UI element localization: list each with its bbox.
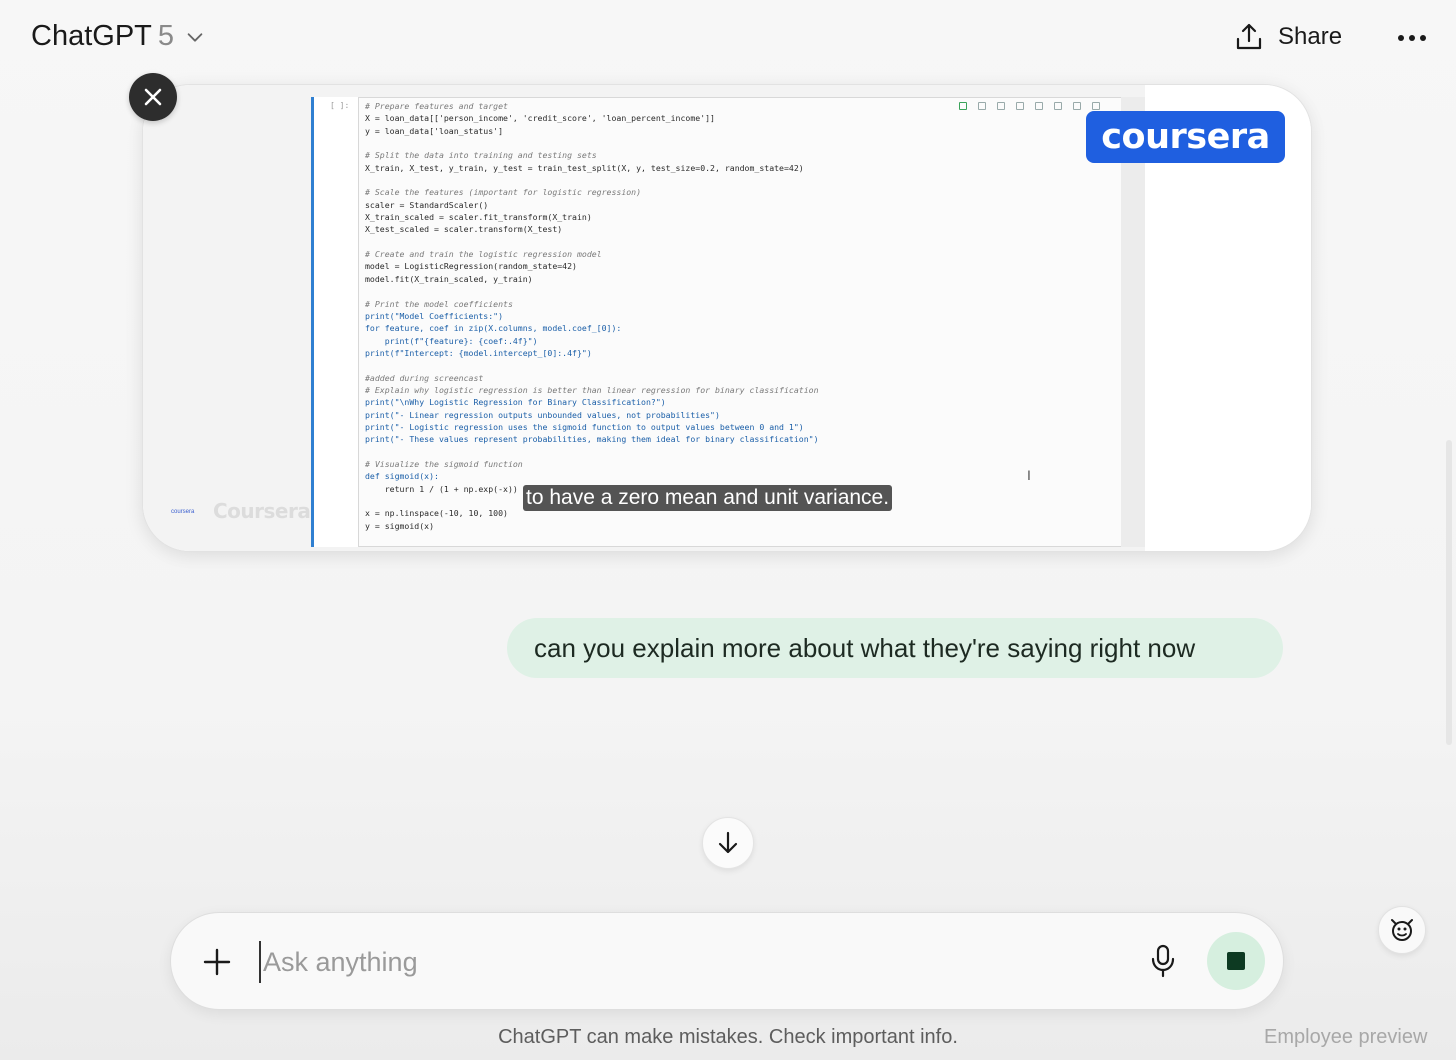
model-version: 5: [157, 20, 175, 52]
code-line: print(f"Intercept: {model.intercept_[0]:…: [365, 347, 592, 358]
code-line: print("- These values represent probabil…: [365, 434, 819, 445]
user-message-text: can you explain more about what they're …: [534, 632, 1196, 663]
share-upload-icon: [1236, 23, 1262, 50]
coursera-logo-text: coursera: [1101, 117, 1270, 157]
code-line: # Print the model coefficients: [365, 298, 513, 309]
top-bar: ChatGPT 5 Share: [0, 0, 1456, 78]
ellipsis-icon: [1398, 35, 1426, 41]
code-line: #added during screencast: [365, 372, 484, 383]
plus-icon: [203, 948, 231, 976]
composer: [170, 912, 1284, 1010]
chevron-down-icon: [187, 32, 203, 42]
code-line: for feature, coef in zip(X.columns, mode…: [365, 323, 622, 334]
dictate-button[interactable]: [1147, 943, 1179, 979]
notebook-view: [ ]: # Prepare features and target X = lo…: [311, 97, 1149, 547]
code-line: scaler = StandardScaler(): [365, 199, 489, 210]
code-line: # Prepare features and target: [365, 101, 508, 111]
code-line: print("- Linear regression outputs unbou…: [365, 409, 720, 420]
code-block: # Prepare features and target X = loan_da…: [365, 100, 819, 532]
microphone-icon: [1151, 944, 1175, 978]
model-switcher[interactable]: ChatGPT 5: [31, 20, 206, 53]
prompt-input[interactable]: [259, 941, 1119, 983]
code-line: # Create and train the logistic regressi…: [365, 249, 602, 260]
cell-tool-icon: [1092, 102, 1100, 110]
code-line: X_train, X_test, y_train, y_test = train…: [365, 162, 804, 173]
code-cell: # Prepare features and target X = loan_da…: [358, 97, 1128, 547]
code-line: y = sigmoid(x): [365, 520, 435, 531]
cell-tool-icon: [1073, 102, 1081, 110]
cell-prompt: [ ]:: [330, 101, 350, 110]
share-button[interactable]: Share: [1234, 22, 1342, 52]
code-line: X_train_scaled = scaler.fit_transform(X_…: [365, 212, 592, 223]
model-name: ChatGPT: [31, 20, 152, 52]
close-video-button[interactable]: [129, 73, 177, 121]
cell-tool-icon: [1016, 102, 1024, 110]
cell-tool-icon: [1054, 102, 1062, 110]
disclaimer-text: ChatGPT can make mistakes. Check importa…: [498, 1026, 958, 1048]
code-line: # Split the data into training and testi…: [365, 150, 597, 161]
stop-icon: [1227, 952, 1245, 970]
code-line: model.fit(X_train_scaled, y_train): [365, 273, 533, 284]
code-line: print("Model Coefficients:"): [365, 310, 504, 321]
user-message: can you explain more about what they're …: [507, 618, 1283, 678]
video-frame: [ ]: # Prepare features and target X = lo…: [143, 85, 1311, 551]
cell-tool-icon: [997, 102, 1005, 110]
more-options-button[interactable]: [1394, 22, 1430, 54]
video-caption: to have a zero mean and unit variance.: [523, 485, 893, 511]
chatgpt-app: ChatGPT 5 Share [ ]: # Prepare features …: [0, 0, 1456, 1060]
cell-tool-icon: [1035, 102, 1043, 110]
attach-button[interactable]: [201, 946, 233, 978]
cell-tool-icon: [959, 102, 967, 110]
code-line: # Explain why logistic regression is bet…: [365, 384, 819, 395]
text-cursor-icon: I: [1027, 467, 1031, 483]
close-icon: [144, 88, 162, 106]
code-line: # Visualize the sigmoid function: [365, 458, 523, 469]
code-line: print("- Logistic regression uses the si…: [365, 421, 804, 432]
cell-tool-icon: [978, 102, 986, 110]
video-player[interactable]: [ ]: # Prepare features and target X = lo…: [142, 84, 1312, 552]
employee-preview-label: Employee preview: [1264, 1026, 1428, 1048]
stop-button[interactable]: [1207, 932, 1265, 990]
code-line: y = loan_data['loan_status']: [365, 125, 504, 136]
notebook-scroll-strip: [1121, 97, 1145, 547]
code-line: model = LogisticRegression(random_state=…: [365, 261, 577, 272]
cell-toolbar: [959, 102, 1100, 110]
code-line: def sigmoid(x):: [365, 471, 439, 482]
voice-mode-button[interactable]: [1378, 906, 1426, 954]
code-line: print(f"{feature}: {coef:.4f}"): [365, 335, 538, 346]
coursera-watermark: Coursera: [213, 499, 311, 523]
page-scrollbar[interactable]: [1446, 440, 1452, 745]
scroll-to-bottom-button[interactable]: [702, 817, 754, 869]
code-line: X = loan_data[['person_income', 'credit_…: [365, 113, 715, 124]
code-line: print("\nWhy Logistic Regression for Bin…: [365, 397, 666, 408]
watermark-small: coursera: [171, 509, 195, 515]
voice-mode-icon: [1391, 919, 1413, 941]
arrow-down-icon: [718, 831, 738, 854]
coursera-logo: coursera: [1086, 111, 1285, 163]
code-line: X_test_scaled = scaler.transform(X_test): [365, 224, 563, 235]
code-line: # Scale the features (important for logi…: [365, 187, 642, 198]
share-label: Share: [1278, 23, 1343, 50]
